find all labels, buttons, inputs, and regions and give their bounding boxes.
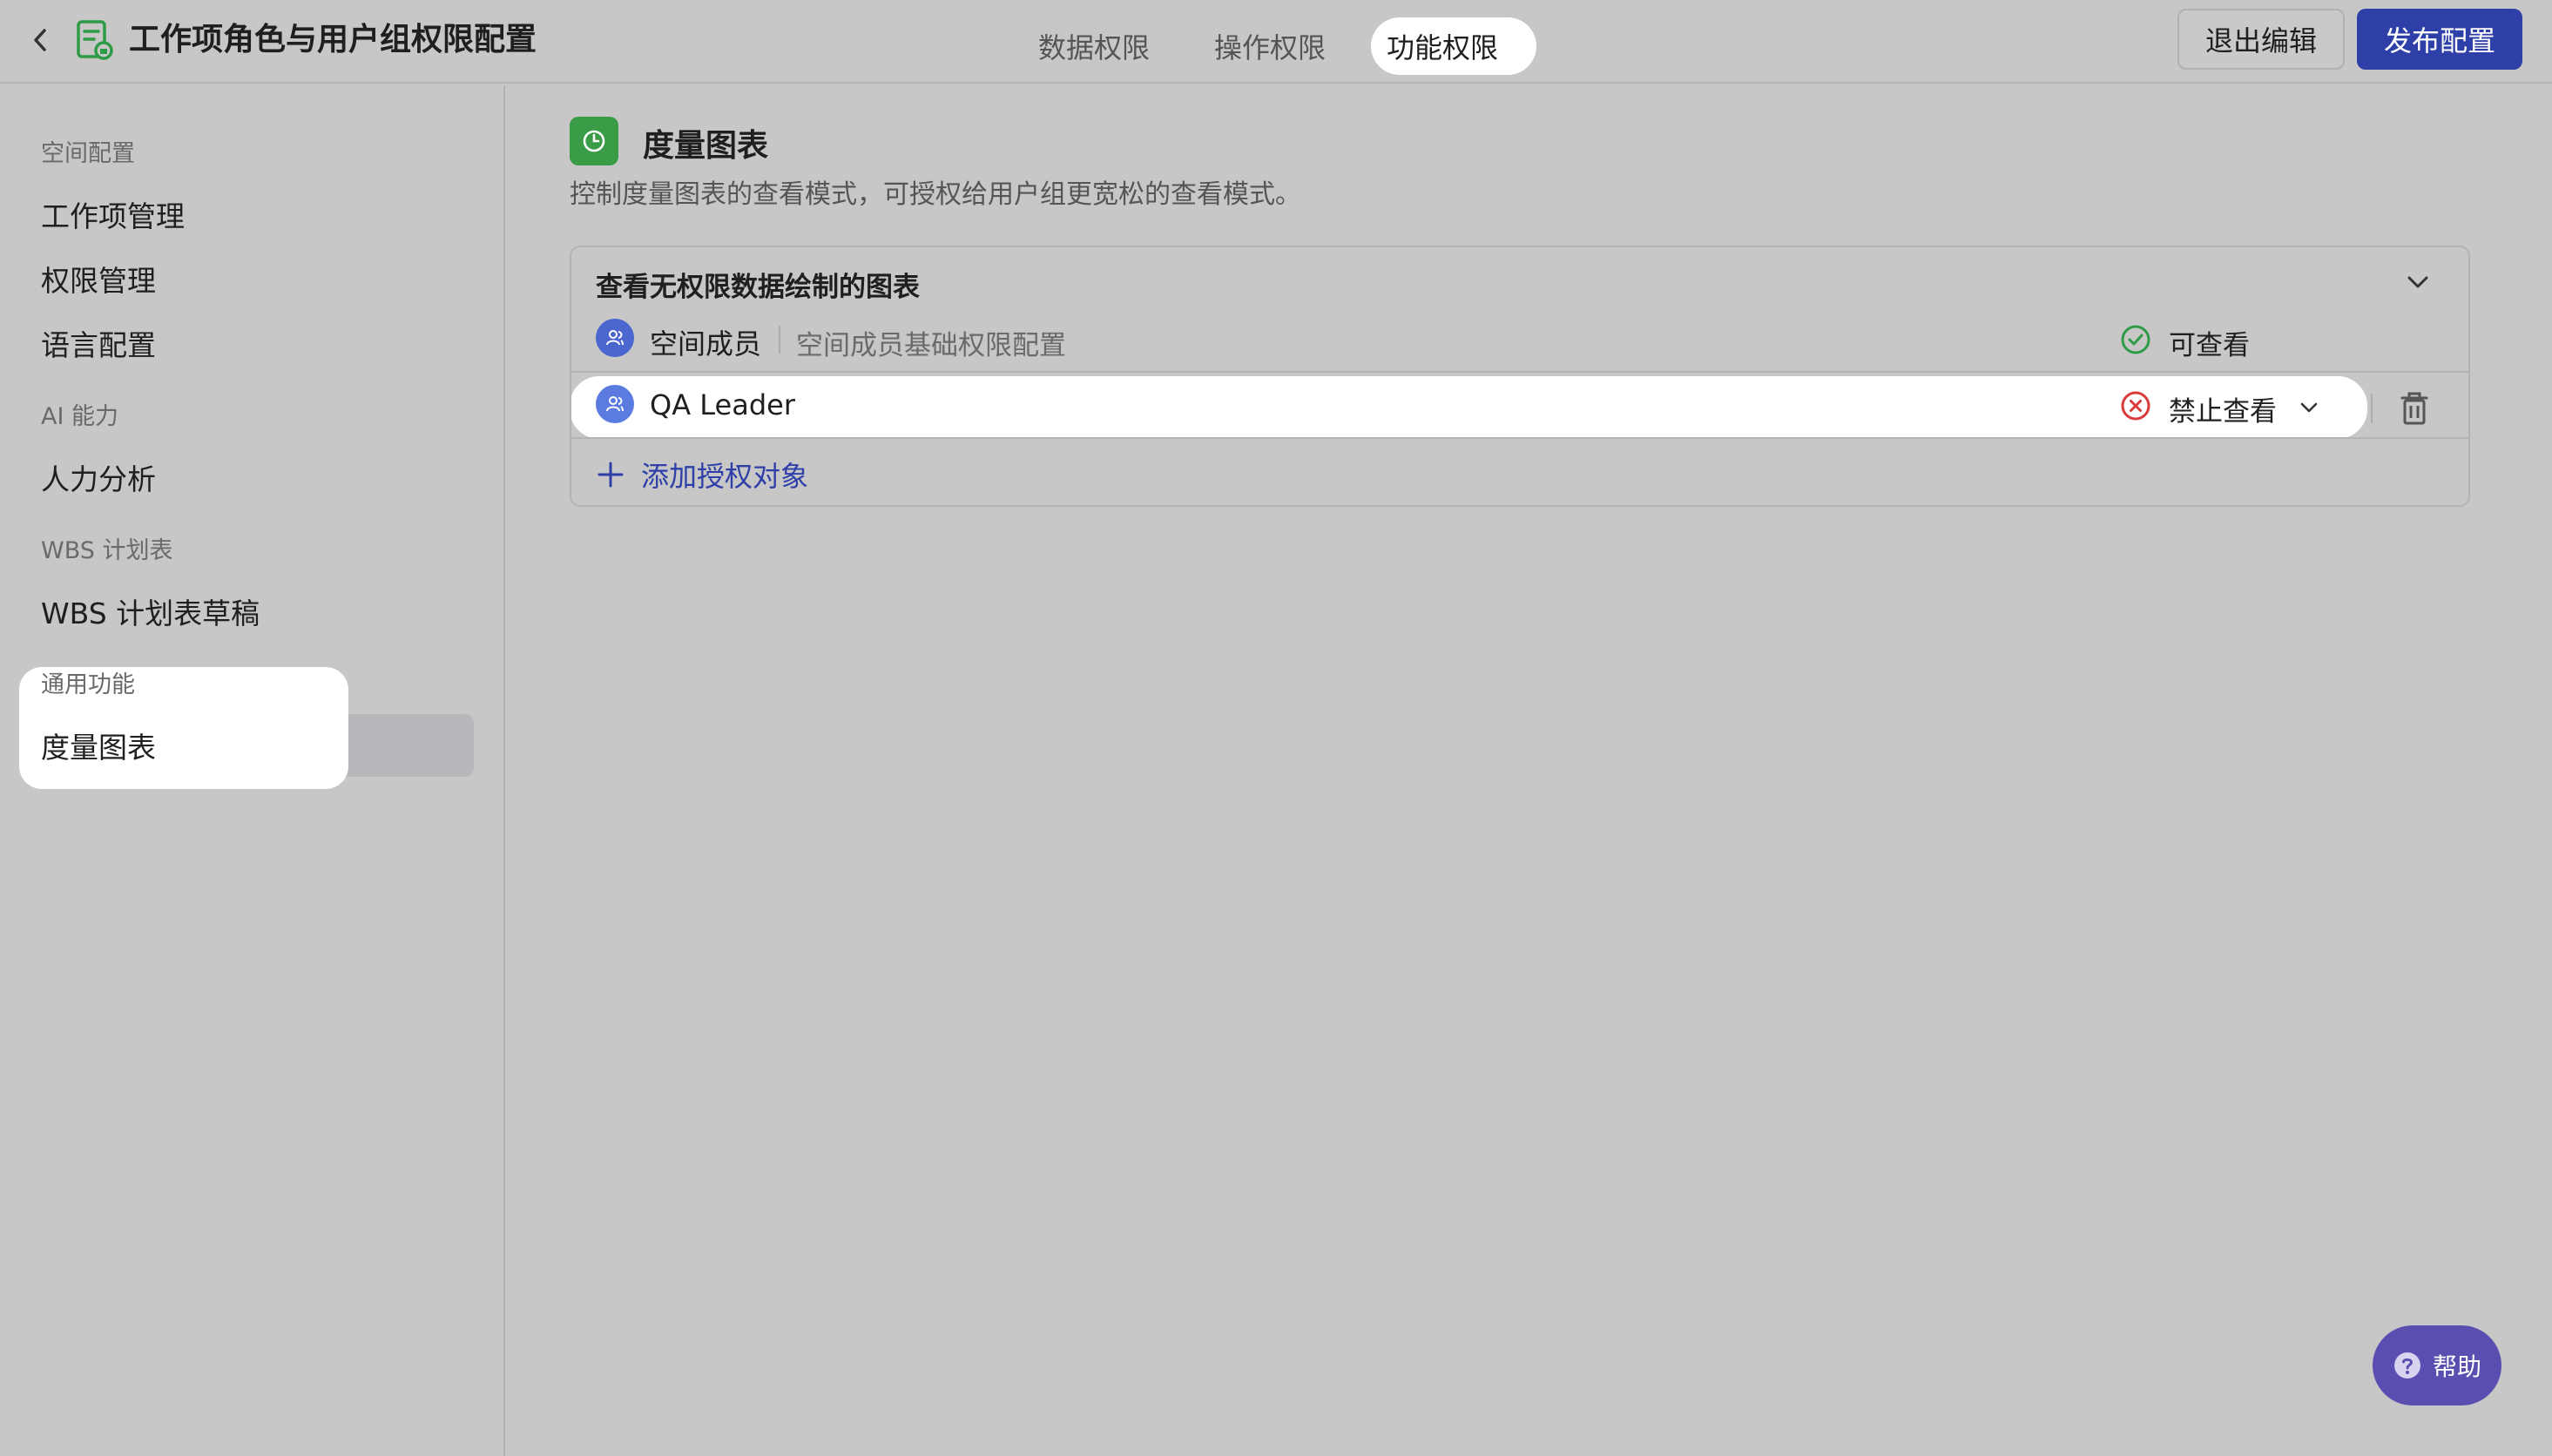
- back-button[interactable]: [23, 21, 57, 59]
- trash-icon[interactable]: [2397, 390, 2432, 427]
- sidebar-item-permission-management[interactable]: 权限管理: [41, 258, 156, 300]
- close-circle-icon: [2121, 391, 2150, 421]
- sidebar: 空间配置 工作项管理 权限管理 语言配置 AI 能力 人力分析 WBS 计划表 …: [0, 85, 505, 1456]
- row-name: QA Leader: [650, 388, 795, 421]
- tab-feature-permission[interactable]: 功能权限: [1371, 17, 1537, 75]
- add-authorization-button[interactable]: 添加授权对象: [596, 455, 808, 495]
- chart-icon: [570, 117, 618, 165]
- help-button[interactable]: 帮助: [2373, 1325, 2501, 1405]
- user-group-icon: [596, 319, 634, 357]
- permission-card: 查看无权限数据绘制的图表 空间成员 空间成员基础权限配置 可查看 QA Lead…: [570, 246, 2470, 507]
- app-root: 工作项角色与用户组权限配置 数据权限 操作权限 功能权限 退出编辑 发布配置 空…: [0, 0, 2552, 1456]
- chevron-down-icon[interactable]: [2404, 268, 2432, 296]
- feature-description: 控制度量图表的查看模式，可授权给用户组更宽松的查看模式。: [570, 179, 1301, 210]
- sidebar-item-workitem-management[interactable]: 工作项管理: [41, 193, 185, 235]
- sidebar-item-language-config[interactable]: 语言配置: [41, 322, 156, 364]
- row-name: 空间成员: [650, 327, 762, 361]
- exit-edit-button[interactable]: 退出编辑: [2177, 9, 2345, 70]
- permission-select[interactable]: 禁止查看: [2169, 383, 2326, 428]
- help-label: 帮助: [2432, 1352, 2481, 1381]
- sidebar-section-space-config: 空间配置: [41, 140, 135, 167]
- page-title: 工作项角色与用户组权限配置: [129, 22, 537, 57]
- row-divider: [571, 437, 2468, 439]
- sidebar-section-general: 通用功能: [41, 671, 135, 698]
- permission-label: 可查看: [2169, 330, 2250, 361]
- card-title: 查看无权限数据绘制的图表: [596, 272, 920, 303]
- top-header: 工作项角色与用户组权限配置 数据权限 操作权限 功能权限 退出编辑 发布配置: [0, 0, 2552, 84]
- main-content: 度量图表 控制度量图表的查看模式，可授权给用户组更宽松的查看模式。 查看无权限数…: [507, 85, 2552, 1456]
- tab-bar: 数据权限 操作权限 功能权限: [1019, 17, 1537, 75]
- check-circle-icon: [2121, 325, 2150, 354]
- chevron-down-icon: [2300, 402, 2318, 413]
- divider: [2371, 394, 2373, 423]
- publish-config-button[interactable]: 发布配置: [2357, 9, 2522, 70]
- document-settings-icon: [77, 20, 113, 60]
- row-subtitle: 空间成员基础权限配置: [796, 330, 1066, 361]
- divider: [779, 326, 780, 354]
- question-circle-icon: [2393, 1352, 2420, 1378]
- permission-select-value: 禁止查看: [2169, 396, 2277, 428]
- sidebar-section-wbs: WBS 计划表: [41, 537, 173, 564]
- sidebar-section-ai: AI 能力: [41, 403, 119, 430]
- sidebar-item-workforce-analysis[interactable]: 人力分析: [41, 456, 156, 498]
- tab-operation-permission[interactable]: 操作权限: [1195, 17, 1345, 75]
- permission-row-space-member: 空间成员 空间成员基础权限配置 可查看: [571, 308, 2468, 373]
- add-authorization-label: 添加授权对象: [641, 460, 809, 493]
- permission-row-qa-leader: QA Leader 禁止查看: [571, 374, 2468, 437]
- tab-data-permission[interactable]: 数据权限: [1019, 17, 1169, 75]
- plus-icon: [597, 462, 624, 488]
- feature-title: 度量图表: [643, 128, 769, 164]
- user-group-icon: [596, 385, 634, 423]
- sidebar-item-wbs-draft[interactable]: WBS 计划表草稿: [41, 590, 260, 632]
- sidebar-item-metric-charts[interactable]: 度量图表: [41, 725, 156, 766]
- chevron-left-icon: [34, 29, 46, 51]
